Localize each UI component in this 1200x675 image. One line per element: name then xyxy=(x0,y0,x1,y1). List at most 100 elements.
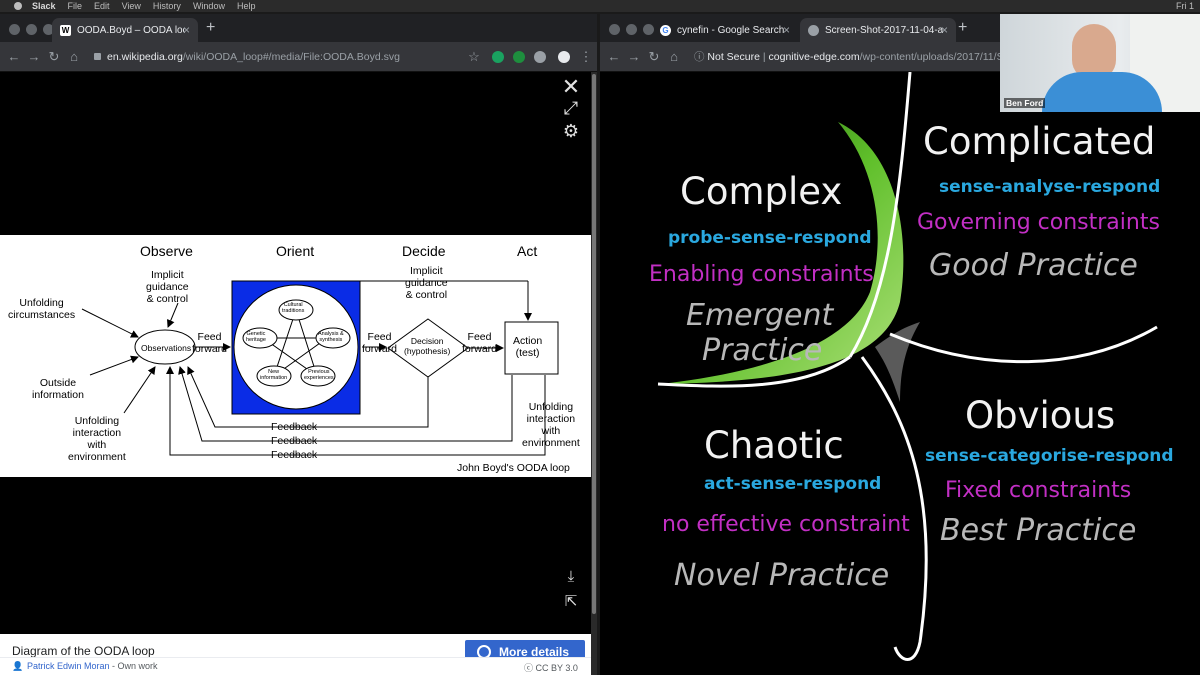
url-field-right[interactable]: ⓘ Not Secure | cognitive-edge.com/wp-con… xyxy=(694,48,1030,66)
close-tab-icon-1[interactable]: × xyxy=(783,23,790,37)
menu-clock: Fri 1 xyxy=(1176,1,1194,11)
menu-history[interactable]: History xyxy=(153,0,181,12)
close-window-button[interactable] xyxy=(9,24,20,35)
feed-forward-2: Feed forward xyxy=(362,331,398,355)
unfolding-interaction-left: Unfolding interaction with environment xyxy=(68,415,126,463)
tab-title: OODA.Boyd – OODA loop – Wi xyxy=(77,24,185,36)
feedback-2: Feedback xyxy=(271,435,318,447)
orient-node-genetic: Genetic heritage xyxy=(246,331,266,343)
complex-practice-line2: Practice xyxy=(702,333,823,368)
forward-icon-right[interactable]: → xyxy=(626,48,642,66)
menu-app-name[interactable]: Slack xyxy=(32,0,56,12)
obvious-constraint: Fixed constraints xyxy=(945,478,1132,503)
menu-bar: Slack File Edit View History Window Help… xyxy=(0,0,1200,12)
minimize-window-button[interactable] xyxy=(26,24,37,35)
reload-icon-right[interactable]: ↻ xyxy=(646,48,662,66)
apple-icon[interactable] xyxy=(14,2,22,10)
left-browser-window: W OODA.Boyd – OODA loop – Wi × + ← → ↻ ⌂… xyxy=(0,14,597,675)
expand-icon[interactable]: ⤢ xyxy=(561,98,581,119)
minimize-window-button-right[interactable] xyxy=(626,24,637,35)
reload-icon[interactable]: ↻ xyxy=(46,48,62,66)
attribution-bar: 👤 Patrick Edwin Moran - Own work ⓒ CC BY… xyxy=(0,657,591,675)
stage-act: Act xyxy=(517,243,538,259)
license-badge[interactable]: ⓒ CC BY 3.0 xyxy=(524,661,578,674)
chaotic-title: Chaotic xyxy=(704,424,844,467)
right-browser-window: G cynefin - Google Search × Screen-Shot-… xyxy=(600,14,1200,675)
complicated-sequence: sense-analyse-respond xyxy=(939,177,1161,197)
menu-dots-icon[interactable]: ⋮ xyxy=(578,48,594,66)
complicated-constraint: Governing constraints xyxy=(917,210,1160,235)
back-icon[interactable]: ← xyxy=(6,48,22,66)
close-window-button-right[interactable] xyxy=(609,24,620,35)
extension-icon-2[interactable] xyxy=(513,51,525,63)
orient-node-new-info: New information xyxy=(260,369,288,381)
new-tab-button[interactable]: + xyxy=(206,19,215,37)
implicit-guidance-right: Implicit guidance & control xyxy=(405,265,448,301)
complex-title: Complex xyxy=(680,170,843,213)
close-tab-icon[interactable]: × xyxy=(183,23,190,37)
google-icon: G xyxy=(660,24,671,36)
star-icon[interactable]: ☆ xyxy=(466,48,482,66)
menu-file[interactable]: File xyxy=(68,0,83,12)
image-caption: Diagram of the OODA loop xyxy=(12,644,155,658)
complex-constraint: Enabling constraints xyxy=(649,262,874,287)
user-icon: 👤 xyxy=(12,661,24,671)
stage-orient: Orient xyxy=(276,243,315,259)
left-address-bar: ← → ↻ ⌂ en.wikipedia.org/wiki/OODA_loop#… xyxy=(0,42,597,72)
extension-icon[interactable] xyxy=(492,51,504,63)
menu-window[interactable]: Window xyxy=(193,0,225,12)
ooda-diagram: Observe Orient Decide Act Implicit guida… xyxy=(0,235,591,477)
gear-icon[interactable]: ⚙ xyxy=(561,121,581,142)
chaotic-constraint: no effective constraint xyxy=(662,512,910,537)
complicated-title: Complicated xyxy=(923,120,1156,163)
feedback-1: Feedback xyxy=(271,421,318,433)
unfolding-interaction-right: Unfolding interaction with environment xyxy=(522,401,580,449)
menu-view[interactable]: View xyxy=(122,0,141,12)
close-icon[interactable]: ✕ xyxy=(561,74,581,100)
feed-forward-1: Feed forward xyxy=(192,331,228,355)
stage-observe: Observe xyxy=(140,243,193,259)
outside-information: Outside information xyxy=(32,377,84,401)
back-icon-right[interactable]: ← xyxy=(606,48,622,66)
obvious-practice: Best Practice xyxy=(940,513,1137,548)
diagram-credit: John Boyd's OODA loop xyxy=(457,462,570,474)
obvious-title: Obvious xyxy=(965,394,1116,437)
implicit-guidance-left: Implicit guidance & control xyxy=(146,269,189,305)
action-node: Action (test) xyxy=(513,335,543,359)
extension-icon-3[interactable] xyxy=(534,51,546,63)
menu-edit[interactable]: Edit xyxy=(94,0,110,12)
complicated-practice: Good Practice xyxy=(929,248,1138,283)
home-icon-right[interactable]: ⌂ xyxy=(666,48,682,66)
cc-icon: ⓒ xyxy=(524,663,534,673)
lock-icon xyxy=(94,53,101,60)
tab-wikipedia[interactable]: W OODA.Boyd – OODA loop – Wi × xyxy=(52,18,198,42)
tab-screenshot[interactable]: Screen-Shot-2017-11-04-at-1 × xyxy=(800,18,956,42)
scrollbar[interactable] xyxy=(591,72,597,675)
unfolding-circumstances: Unfolding circumstances xyxy=(8,297,76,321)
orient-node-culture: Cultural traditions xyxy=(282,302,305,314)
webcam-name: Ben Ford xyxy=(1004,98,1046,108)
complex-sequence: probe-sense-respond xyxy=(668,228,872,248)
share-icon[interactable]: ⇱ xyxy=(561,592,581,610)
download-icon[interactable]: ⤓ xyxy=(561,568,581,585)
home-icon[interactable]: ⌂ xyxy=(66,48,82,66)
orient-node-analysis: Analysis & synthesis xyxy=(318,331,344,343)
webcam-shirt xyxy=(1042,72,1162,112)
cynefin-slide: Complex probe-sense-respond Enabling con… xyxy=(600,72,1200,675)
tab-google-search[interactable]: G cynefin - Google Search × xyxy=(652,18,798,42)
observations-node: Observations xyxy=(141,343,192,353)
orient-node-experience: Previous experiences xyxy=(304,369,334,381)
scrollbar-thumb[interactable] xyxy=(592,74,596,614)
close-tab-icon-2[interactable]: × xyxy=(941,23,948,37)
forward-icon[interactable]: → xyxy=(26,48,42,66)
url-field[interactable]: en.wikipedia.org/wiki/OODA_loop#/media/F… xyxy=(94,48,400,66)
stage-decide: Decide xyxy=(402,243,446,259)
new-tab-button-right[interactable]: + xyxy=(958,19,967,37)
author-link[interactable]: Patrick Edwin Moran xyxy=(27,661,110,671)
desktop: Slack File Edit View History Window Help… xyxy=(0,0,1200,675)
complex-practice-line1: Emergent xyxy=(686,298,834,333)
page-icon xyxy=(808,24,819,36)
webcam-overlay: Ben Ford xyxy=(1000,14,1200,112)
profile-icon[interactable] xyxy=(558,51,570,63)
menu-help[interactable]: Help xyxy=(237,0,256,12)
